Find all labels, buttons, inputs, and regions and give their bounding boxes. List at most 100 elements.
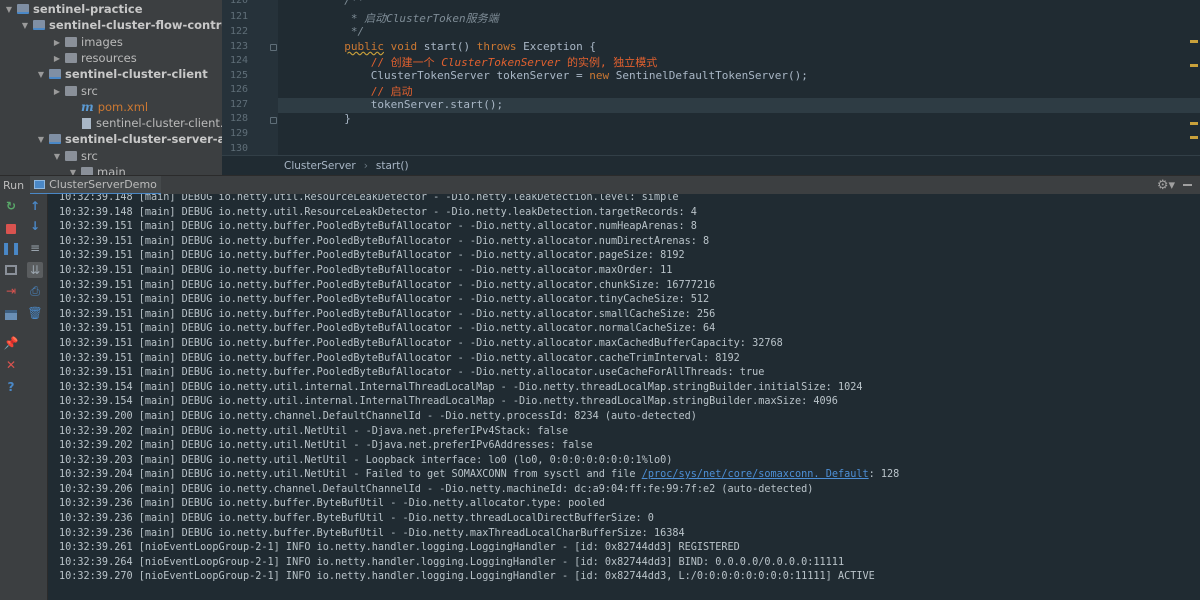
print-icon[interactable]: ⎙: [27, 283, 43, 299]
console-line: 10:32:39.236 [main] DEBUG io.netty.buffe…: [59, 513, 654, 525]
chevron-right-icon[interactable]: ▶: [52, 54, 62, 63]
fold-marker-icon[interactable]: [270, 44, 277, 51]
dump-threads-icon[interactable]: [3, 262, 19, 278]
chevron-down-icon[interactable]: ▼: [20, 21, 30, 30]
console-line: 10:32:39.270 [nioEventLoopGroup-2-1] INF…: [59, 571, 875, 583]
console-line: 10:32:39.151 [main] DEBUG io.netty.buffe…: [59, 367, 765, 379]
tree-item[interactable]: ▶ images: [0, 34, 222, 50]
tree-item-label: sentinel-cluster-server-a: [65, 132, 222, 146]
console-line: 10:32:39.151 [main] DEBUG io.netty.buffe…: [59, 337, 783, 349]
iml-file-icon: [82, 117, 91, 129]
tree-item[interactable]: ▼ src: [0, 148, 222, 164]
chevron-down-icon[interactable]: ▼: [68, 168, 78, 176]
line-number: 125: [229, 70, 248, 81]
console-line: 10:32:39.204 [main] DEBUG io.netty.util.…: [59, 469, 900, 481]
warning-marker[interactable]: [1190, 136, 1198, 139]
console-line: 10:32:39.203 [main] DEBUG io.netty.util.…: [59, 454, 673, 466]
run-label: Run: [3, 178, 25, 192]
warning-marker[interactable]: [1190, 40, 1198, 43]
code-line[interactable]: */: [278, 25, 1200, 40]
warning-marker[interactable]: [1190, 122, 1198, 125]
tree-item[interactable]: ▶ resources: [0, 50, 222, 66]
code-line-current[interactable]: tokenServer.start();: [278, 98, 1200, 113]
code-line[interactable]: // 创建一个 ClusterTokenServer 的实例, 独立模式: [278, 54, 1200, 69]
module-folder-icon: [17, 4, 29, 14]
warning-marker[interactable]: [1190, 64, 1198, 67]
chevron-right-icon[interactable]: ▶: [52, 38, 62, 47]
tree-item[interactable]: ▼ sentinel-cluster-client: [0, 66, 222, 82]
project-tree: ▼ sentinel-practice ▼ sentinel-cluster-flow…: [0, 0, 222, 175]
soft-wrap-icon[interactable]: ≡: [27, 240, 43, 256]
folder-icon: [65, 37, 77, 47]
chevron-down-icon[interactable]: ▼: [36, 135, 46, 144]
code-editor[interactable]: 120 121 122 123 124 125 126 127 128 129 …: [222, 0, 1200, 175]
console-line: 10:32:39.151 [main] DEBUG io.netty.buffe…: [59, 352, 740, 364]
line-number: 130: [229, 143, 248, 154]
chevron-down-icon[interactable]: ▼: [52, 152, 62, 161]
tree-item[interactable]: ▼ sentinel-cluster-server-a: [0, 131, 222, 147]
down-arrow-icon[interactable]: ↓: [27, 218, 43, 234]
console-line: 10:32:39.151 [main] DEBUG io.netty.buffe…: [59, 264, 673, 276]
console-line: 10:32:39.151 [main] DEBUG io.netty.buffe…: [59, 294, 710, 306]
console-line: 10:32:39.154 [main] DEBUG io.netty.util.…: [59, 381, 863, 393]
line-number-gutter: 120 121 122 123 124 125 126 127 128 129 …: [222, 0, 278, 155]
code-line[interactable]: /**: [278, 0, 1200, 9]
tree-item[interactable]: sentinel-cluster-client.i: [0, 115, 222, 131]
code-line[interactable]: // 启动: [278, 83, 1200, 98]
code-line[interactable]: }: [278, 112, 1200, 127]
console-toolbar: ↑ ↓ ≡ ⇊ ⎙ 🗑: [22, 194, 48, 600]
tree-item[interactable]: ▶ src: [0, 83, 222, 99]
console-line: 10:32:39.148 [main] DEBUG io.netty.util.…: [59, 194, 679, 203]
console-line: 10:32:39.151 [main] DEBUG io.netty.buffe…: [59, 235, 710, 247]
console-output[interactable]: 10:32:39.148 [main] DEBUG io.netty.util.…: [48, 194, 1200, 600]
console-line: 10:32:39.261 [nioEventLoopGroup-2-1] INF…: [59, 542, 740, 554]
console-line: 10:32:39.236 [main] DEBUG io.netty.buffe…: [59, 527, 685, 539]
breadcrumb-class[interactable]: ClusterServer: [284, 160, 356, 172]
line-number: 123: [229, 41, 248, 52]
tree-item[interactable]: ▼ sentinel-cluster-flow-contro: [0, 17, 222, 33]
line-number: 121: [229, 11, 248, 22]
layout-icon[interactable]: [3, 307, 19, 323]
code-line[interactable]: public void start() throws Exception {: [278, 40, 1200, 55]
trash-icon[interactable]: 🗑: [27, 305, 43, 321]
run-tab[interactable]: ClusterServerDemo: [30, 175, 161, 195]
folder-icon: [65, 151, 77, 161]
line-number: 129: [229, 128, 248, 139]
exit-icon[interactable]: ⇥: [3, 283, 19, 299]
rerun-icon[interactable]: ↻: [3, 198, 19, 214]
pause-icon[interactable]: ❚❚: [1, 240, 21, 256]
minimize-icon[interactable]: [1183, 184, 1192, 186]
code-line[interactable]: * 启动ClusterToken服务端: [278, 10, 1200, 25]
up-arrow-icon[interactable]: ↑: [27, 198, 43, 214]
fold-marker-icon[interactable]: [270, 117, 277, 124]
breadcrumb-method[interactable]: start(): [376, 160, 409, 172]
chevron-down-icon[interactable]: ▼: [36, 70, 46, 79]
close-icon[interactable]: ✕: [3, 357, 19, 373]
console-line: 10:32:39.151 [main] DEBUG io.netty.buffe…: [59, 250, 685, 262]
stop-icon[interactable]: [3, 221, 19, 237]
module-folder-icon: [49, 69, 61, 79]
console-line: 10:32:39.151 [main] DEBUG io.netty.buffe…: [59, 221, 697, 233]
tree-item[interactable]: ▼ sentinel-practice: [0, 1, 222, 17]
tree-item[interactable]: ▼ main: [0, 164, 222, 175]
tree-item-label: pom.xml: [97, 100, 149, 114]
code-line[interactable]: ClusterTokenServer tokenServer = new Sen…: [278, 69, 1200, 84]
tree-item-label: src: [81, 149, 98, 163]
pin-icon[interactable]: 📌: [3, 335, 19, 351]
help-icon[interactable]: ?: [3, 379, 19, 395]
console-log: 10:32:39.148 [main] DEBUG io.netty.util.…: [59, 194, 899, 585]
tree-item[interactable]: m pom.xml: [0, 99, 222, 115]
scroll-to-end-icon[interactable]: ⇊: [27, 262, 43, 278]
line-number: 120: [229, 0, 248, 6]
line-number: 124: [229, 55, 248, 66]
maven-icon: m: [81, 100, 94, 114]
folder-icon: [81, 167, 93, 175]
file-link[interactable]: /proc/sys/net/core/somaxconn. Default: [642, 469, 869, 480]
console-line: 10:32:39.200 [main] DEBUG io.netty.chann…: [59, 410, 697, 422]
chevron-right-icon[interactable]: ▶: [52, 87, 62, 96]
chevron-down-icon[interactable]: ▼: [4, 5, 14, 14]
run-toolbar: ↻ ❚❚ ⇥ 📌 ✕ ?: [0, 194, 22, 600]
gear-icon[interactable]: ⚙▾: [1157, 178, 1175, 193]
folder-icon: [65, 53, 77, 63]
line-number: 127: [229, 99, 248, 110]
